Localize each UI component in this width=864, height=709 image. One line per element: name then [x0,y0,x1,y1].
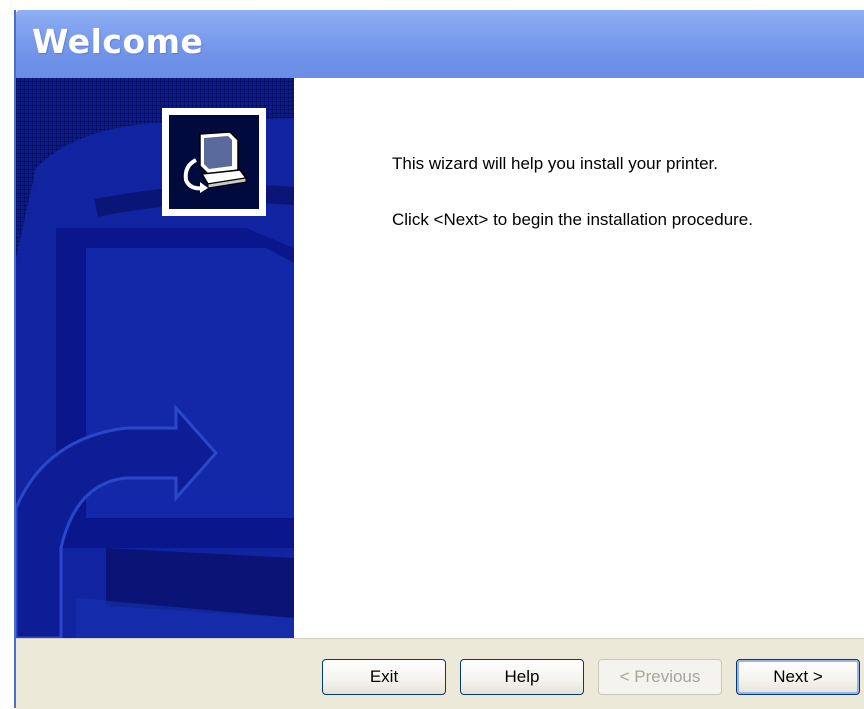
previous-button[interactable]: < Previous [598,659,722,695]
title-bar: Welcome [16,10,864,78]
wizard-window: Welcome This wizard will help you instal… [14,10,864,709]
computer-install-icon [169,115,259,209]
help-button[interactable]: Help [460,659,584,695]
wizard-content: This wizard will help you install your p… [294,78,864,638]
exit-button[interactable]: Exit [322,659,446,695]
instruction-text: Click <Next> to begin the installation p… [392,210,753,229]
next-button[interactable]: Next > [736,659,860,695]
window-title: Welcome [32,22,204,61]
side-banner [16,78,294,638]
button-bar: Exit Help < Previous Next > [16,638,864,709]
wizard-logo-frame [162,108,266,216]
intro-text: This wizard will help you install your p… [392,154,718,173]
